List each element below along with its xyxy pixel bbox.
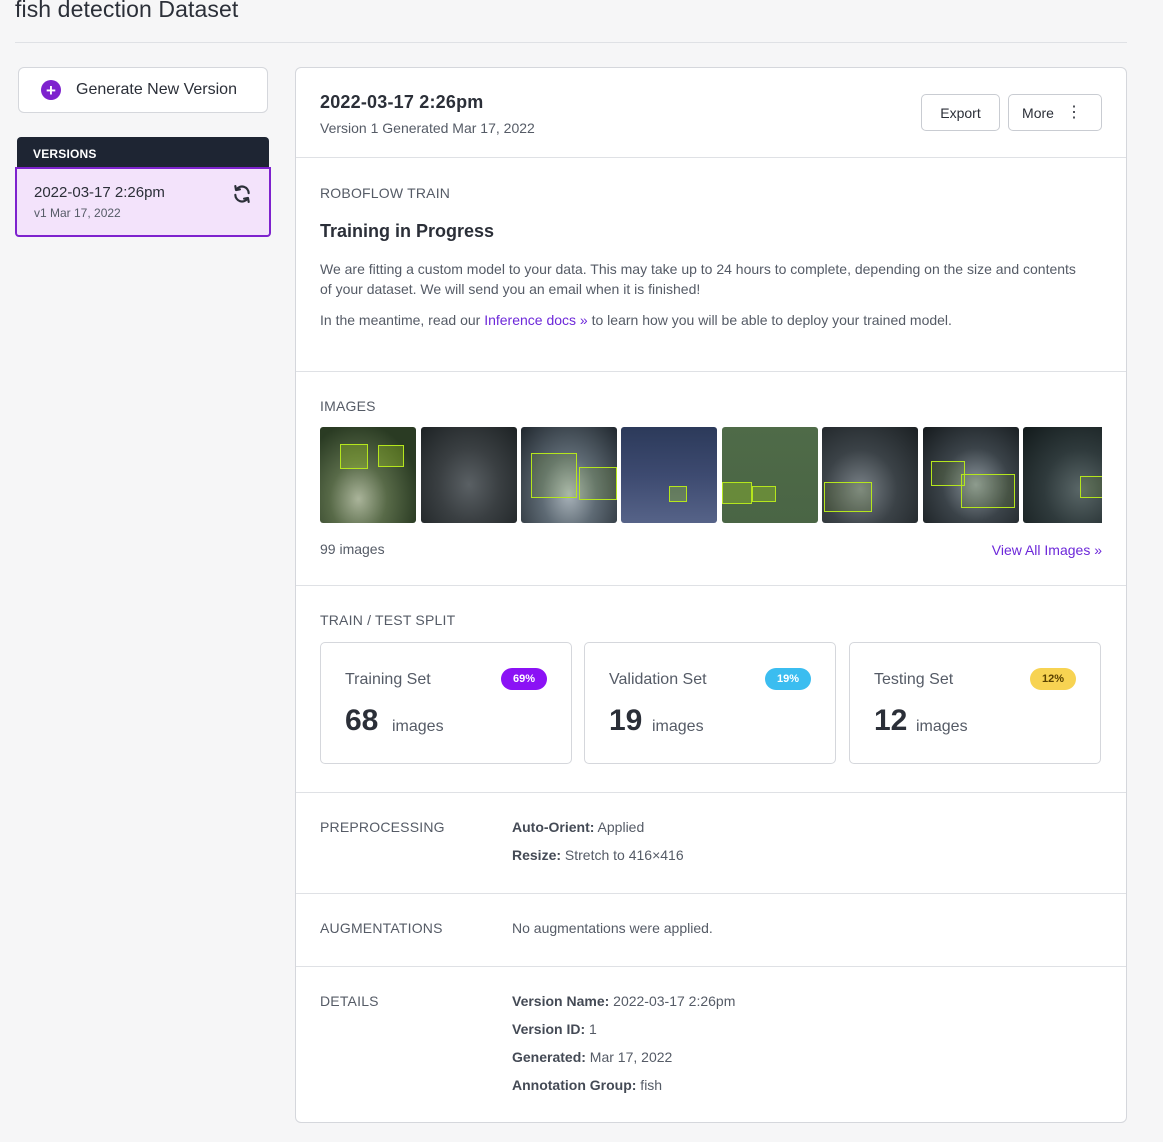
more-button-label: More bbox=[1022, 104, 1054, 121]
kebab-menu-icon: ⋮ bbox=[1065, 103, 1082, 121]
roboflow-train-section: ROBOFLOW TRAIN Training in Progress We a… bbox=[296, 158, 1126, 372]
kv-label: Generated: bbox=[512, 1049, 586, 1065]
kv-value: Applied bbox=[594, 819, 645, 835]
augmentations-eyebrow: AUGMENTATIONS bbox=[320, 920, 443, 936]
title-divider bbox=[15, 42, 1127, 43]
set-name: Training Set bbox=[345, 671, 431, 688]
set-percent-badge: 19% bbox=[764, 668, 811, 690]
augmentations-section: AUGMENTATIONS No augmentations were appl… bbox=[296, 894, 1126, 967]
split-eyebrow: TRAIN / TEST SPLIT bbox=[320, 612, 456, 628]
meantime-prefix: In the meantime, read our bbox=[320, 312, 485, 328]
version-header: 2022-03-17 2:26pm Version 1 Generated Ma… bbox=[296, 68, 1126, 158]
training-description: We are fitting a custom model to your da… bbox=[320, 261, 1076, 297]
image-thumbnail[interactable] bbox=[320, 427, 416, 523]
inference-docs-link[interactable]: Inference docs » bbox=[484, 312, 588, 328]
image-thumbnail[interactable] bbox=[621, 427, 717, 523]
set-unit: images bbox=[392, 718, 444, 735]
kv-value: Mar 17, 2022 bbox=[585, 1049, 673, 1065]
details-item: Version ID: 1 bbox=[512, 1021, 597, 1037]
image-thumbnail[interactable] bbox=[923, 427, 1019, 523]
set-name: Validation Set bbox=[609, 671, 707, 688]
image-thumbnail-strip bbox=[320, 427, 1102, 523]
preprocessing-eyebrow: PREPROCESSING bbox=[320, 819, 445, 835]
version-title: 2022-03-17 2:26pm bbox=[320, 92, 484, 112]
inference-docs-note: In the meantime, read our Inference docs… bbox=[320, 312, 952, 328]
train-eyebrow: ROBOFLOW TRAIN bbox=[320, 185, 451, 201]
meantime-suffix: to learn how you will be able to deploy … bbox=[587, 312, 952, 328]
version-detail-card: 2022-03-17 2:26pm Version 1 Generated Ma… bbox=[295, 67, 1127, 1123]
kv-value: 1 bbox=[585, 1021, 597, 1037]
preprocessing-section: PREPROCESSING Auto-Orient: Applied Resiz… bbox=[296, 793, 1126, 894]
image-count: 99 images bbox=[320, 541, 385, 557]
set-unit: images bbox=[652, 718, 704, 735]
version-list-item[interactable]: 2022-03-17 2:26pm v1 Mar 17, 2022 bbox=[15, 167, 271, 237]
details-item: Generated: Mar 17, 2022 bbox=[512, 1049, 672, 1065]
set-percent-badge: 69% bbox=[500, 668, 547, 690]
train-test-split-section: TRAIN / TEST SPLIT Training Set 69% 68 i… bbox=[296, 586, 1126, 793]
testing-set-card: Testing Set 12% 12 images bbox=[849, 642, 1101, 764]
training-set-card: Training Set 69% 68 images bbox=[320, 642, 572, 764]
details-section: DETAILS Version Name: 2022-03-17 2:26pm … bbox=[296, 967, 1126, 1122]
image-thumbnail[interactable] bbox=[722, 427, 818, 523]
details-eyebrow: DETAILS bbox=[320, 993, 379, 1009]
preprocessing-item: Resize: Stretch to 416×416 bbox=[512, 847, 684, 863]
image-thumbnail[interactable] bbox=[822, 427, 918, 523]
preprocessing-item: Auto-Orient: Applied bbox=[512, 819, 644, 835]
generate-new-version-label: Generate New Version bbox=[76, 81, 237, 98]
training-status-heading: Training in Progress bbox=[320, 221, 495, 241]
kv-value: Stretch to 416×416 bbox=[561, 847, 684, 863]
generate-new-version-button[interactable]: + Generate New Version bbox=[18, 67, 268, 113]
kv-label: Version ID: bbox=[512, 1021, 586, 1037]
versions-heading: VERSIONS bbox=[17, 137, 269, 169]
kv-value: fish bbox=[636, 1077, 663, 1093]
sync-icon bbox=[234, 185, 250, 203]
set-image-count: 12 bbox=[874, 704, 908, 737]
version-item-subtitle: v1 Mar 17, 2022 bbox=[34, 206, 121, 220]
image-thumbnail[interactable] bbox=[521, 427, 617, 523]
kv-label: Resize: bbox=[512, 847, 562, 863]
details-item: Annotation Group: fish bbox=[512, 1077, 662, 1093]
set-percent-badge: 12% bbox=[1029, 668, 1076, 690]
plus-circle-icon: + bbox=[41, 80, 61, 100]
export-button[interactable]: Export bbox=[921, 94, 1000, 131]
page-title: fish detection Dataset bbox=[15, 0, 239, 22]
set-image-count: 19 bbox=[609, 704, 643, 737]
set-image-count: 68 bbox=[345, 704, 379, 737]
view-all-images-link[interactable]: View All Images » bbox=[992, 542, 1102, 558]
validation-set-card: Validation Set 19% 19 images bbox=[584, 642, 836, 764]
image-thumbnail[interactable] bbox=[1023, 427, 1102, 523]
more-button[interactable]: More ⋮ bbox=[1008, 94, 1102, 131]
image-thumbnail[interactable] bbox=[421, 427, 517, 523]
version-subtitle: Version 1 Generated Mar 17, 2022 bbox=[320, 120, 535, 136]
kv-value: 2022-03-17 2:26pm bbox=[609, 993, 736, 1009]
set-name: Testing Set bbox=[874, 671, 954, 688]
details-item: Version Name: 2022-03-17 2:26pm bbox=[512, 993, 735, 1009]
set-unit: images bbox=[916, 718, 968, 735]
kv-label: Auto-Orient: bbox=[512, 819, 595, 835]
images-section: IMAGES 99 images View All Images » bbox=[296, 372, 1126, 586]
images-eyebrow: IMAGES bbox=[320, 398, 376, 414]
augmentations-text: No augmentations were applied. bbox=[512, 920, 713, 936]
kv-label: Annotation Group: bbox=[512, 1077, 637, 1093]
kv-label: Version Name: bbox=[512, 993, 610, 1009]
